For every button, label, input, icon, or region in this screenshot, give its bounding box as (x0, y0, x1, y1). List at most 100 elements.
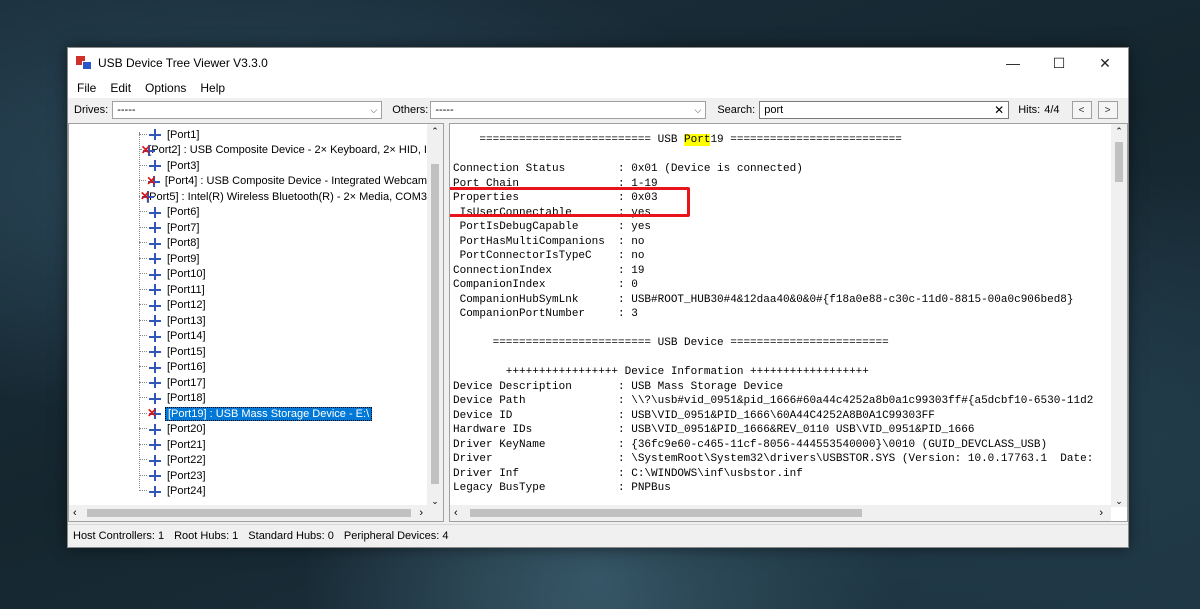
usb-port-icon (147, 376, 163, 389)
minimize-button[interactable]: — (990, 48, 1036, 78)
details-line: PortIsDebugCapable : yes (453, 221, 652, 233)
next-hit-button[interactable]: > (1097, 101, 1118, 119)
tree-item-port-19[interactable]: ✕ [Port19] : USB Mass Storage Device - E:… (69, 406, 429, 422)
others-dropdown[interactable]: ----- ⌵ (430, 101, 707, 119)
details-header-line: ========================== USB Port19 ==… (453, 134, 902, 146)
scroll-left-icon[interactable]: ‹ (73, 505, 77, 521)
maximize-button[interactable]: ☐ (1036, 48, 1082, 78)
tree-item-label: [Port23] (167, 469, 206, 482)
usb-device-icon: ✕ (141, 143, 155, 157)
tree-item-port-7[interactable]: [Port7] (69, 220, 429, 236)
tree-item-port-10[interactable]: [Port10] (69, 267, 429, 283)
hits-value: 4/4 (1044, 104, 1060, 116)
usb-device-icon: ✕ (140, 190, 155, 203)
details-line: CompanionHubSymLnk : USB#ROOT_HUB30#4&12… (453, 293, 1074, 306)
previous-hit-button[interactable]: < (1071, 101, 1092, 119)
window-title: USB Device Tree Viewer V3.3.0 (98, 56, 268, 70)
usb-port-icon (147, 345, 163, 358)
menu-edit[interactable]: Edit (103, 81, 138, 95)
tree-branch-line (139, 428, 147, 430)
scroll-up-icon[interactable]: ⌃ (1111, 124, 1127, 138)
tree-item-label: [Port20] (167, 423, 206, 436)
tree-item-label: [Port2] : USB Composite Device - 2× Keyb… (148, 144, 427, 157)
scroll-down-icon[interactable]: ⌄ (1111, 496, 1127, 507)
tree-branch-line (139, 335, 147, 337)
close-button[interactable]: ✕ (1082, 48, 1128, 78)
tree-horizontal-scrollbar[interactable]: ‹ › (69, 505, 443, 521)
search-label: Search: (717, 104, 756, 116)
tree-item-port-11[interactable]: [Port11] (69, 282, 429, 298)
tree-item-port-2[interactable]: ✕ [Port2] : USB Composite Device - 2× Key… (69, 143, 429, 159)
tree-branch-line (139, 350, 147, 353)
menu-options[interactable]: Options (138, 81, 193, 95)
scroll-right-icon[interactable]: › (419, 505, 423, 521)
tree-item-port-22[interactable]: [Port22] (69, 453, 429, 469)
usb-port-icon (147, 299, 163, 312)
tree-item-port-18[interactable]: [Port18] (69, 391, 429, 407)
hits-label: Hits: (1018, 104, 1041, 116)
details-line: +++++++++++++++++ Device Information +++… (453, 366, 869, 378)
tree-item-port-24[interactable]: [Port24] (69, 484, 429, 500)
chevron-down-icon: ⌵ (694, 104, 702, 115)
usb-port-icon (147, 314, 163, 327)
menu-help[interactable]: Help (193, 81, 232, 95)
search-value: port (764, 104, 784, 116)
tree-item-port-9[interactable]: [Port9] (69, 251, 429, 267)
details-line: Device ID : USB\VID_0951&PID_1666\60A44C… (453, 409, 935, 422)
tree-vscroll-thumb[interactable] (431, 164, 439, 484)
drives-value: ----- (117, 104, 136, 116)
usb-device-icon: ✕ (146, 174, 161, 188)
tree-item-port-1[interactable]: [Port1] (69, 127, 429, 143)
usb-tree-app-icon (76, 56, 92, 70)
tree-item-port-23[interactable]: [Port23] (69, 468, 429, 484)
details-horizontal-scrollbar[interactable]: ‹ › (450, 505, 1111, 521)
scroll-up-icon[interactable]: ⌃ (427, 124, 443, 138)
details-hscroll-thumb[interactable] (470, 509, 862, 517)
tree-item-port-5[interactable]: ✕ [Port5] : Intel(R) Wireless Bluetooth(R… (69, 189, 429, 205)
tree-item-port-21[interactable]: [Port21] (69, 437, 429, 453)
details-vertical-scrollbar[interactable]: ⌃ ⌄ (1111, 124, 1127, 507)
tree-item-label: [Port18] (167, 392, 206, 405)
scroll-right-icon[interactable]: › (1099, 505, 1103, 521)
tree-branch-line (139, 242, 147, 244)
tree-branch-line (139, 226, 147, 229)
tree-item-port-20[interactable]: [Port20] (69, 422, 429, 438)
menu-file[interactable]: File (70, 81, 103, 95)
scroll-left-icon[interactable]: ‹ (454, 505, 458, 521)
details-vscroll-thumb[interactable] (1115, 142, 1123, 182)
tree-item-label: [Port13] (167, 314, 206, 327)
tree-item-port-12[interactable]: [Port12] (69, 298, 429, 314)
tree-item-port-13[interactable]: [Port13] (69, 313, 429, 329)
device-tree-pane[interactable]: [Port1] ✕ [Port2] : USB Composite Device -… (68, 123, 444, 522)
tree-item-port-8[interactable]: [Port8] (69, 236, 429, 252)
clear-search-icon[interactable]: ✕ (994, 103, 1004, 117)
usb-port-icon (147, 221, 163, 234)
toolbar: Drives: ----- ⌵ Others: ----- ⌵ Search: … (68, 98, 1128, 122)
usb-port-icon (147, 392, 163, 405)
tree-item-label: [Port12] (167, 299, 206, 312)
tree-item-port-6[interactable]: [Port6] (69, 205, 429, 221)
details-line: ​ (453, 148, 1111, 163)
details-line: ======================== USB Device ====… (453, 337, 889, 349)
tree-item-port-3[interactable]: [Port3] (69, 158, 429, 174)
search-input[interactable]: port ✕ (759, 101, 1010, 119)
usb-port-icon (147, 283, 163, 296)
tree-item-port-15[interactable]: [Port15] (69, 344, 429, 360)
tree-vertical-scrollbar[interactable]: ⌃ ⌄ (427, 124, 443, 507)
tree-item-port-17[interactable]: [Port17] (69, 375, 429, 391)
tree-item-label: [Port14] (167, 330, 206, 343)
tree-hscroll-thumb[interactable] (87, 509, 411, 517)
tree-item-port-4[interactable]: ✕ [Port4] : USB Composite Device - Integr… (69, 174, 429, 190)
title-bar[interactable]: USB Device Tree Viewer V3.3.0 — ☐ ✕ (68, 48, 1128, 78)
device-details-pane[interactable]: ========================== USB Port19 ==… (449, 123, 1128, 522)
tree-item-label: [Port7] (167, 221, 200, 234)
tree-item-port-14[interactable]: [Port14] (69, 329, 429, 345)
tree-branch-line (139, 304, 147, 306)
drives-dropdown[interactable]: ----- ⌵ (112, 101, 383, 119)
details-line: ConnectionIndex : 19 (453, 264, 645, 277)
tree-item-label: [Port3] (167, 159, 200, 172)
tree-item-port-16[interactable]: [Port16] (69, 360, 429, 376)
tree-item-label: [Port22] (167, 454, 206, 467)
usb-port-icon (147, 252, 163, 265)
drives-label: Drives: (74, 104, 109, 116)
